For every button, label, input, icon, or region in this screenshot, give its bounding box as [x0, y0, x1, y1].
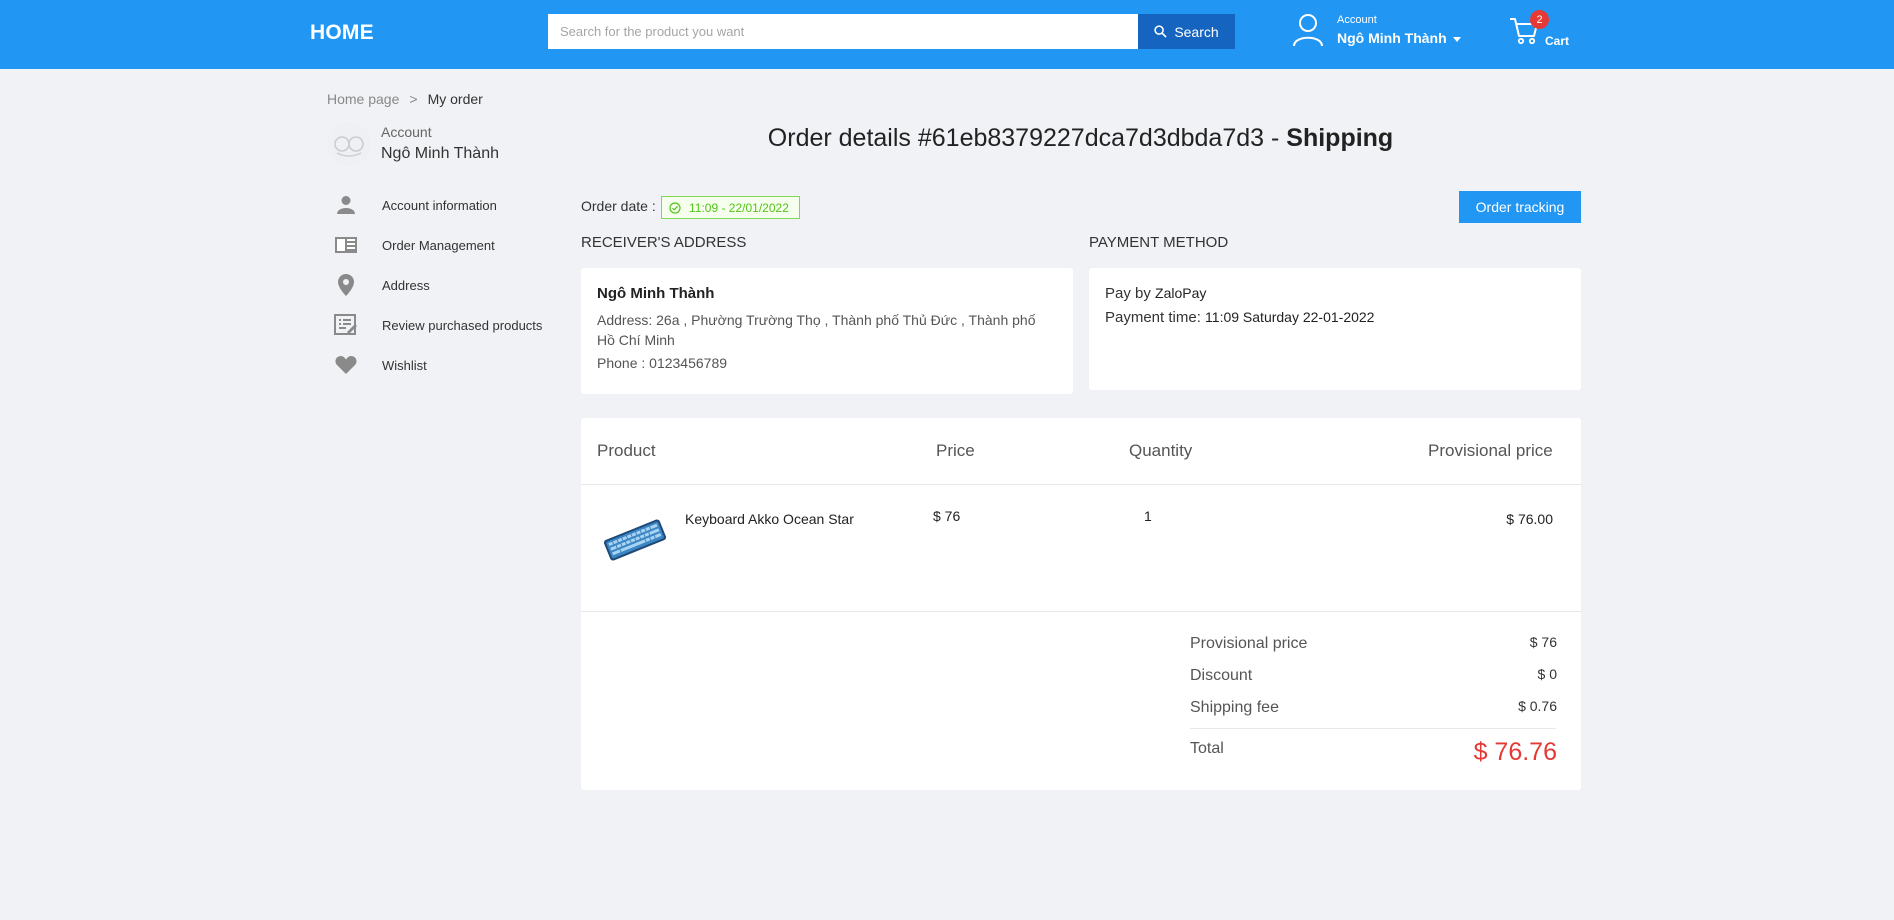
summary-total-value: $ 76.76	[1473, 738, 1557, 766]
person-icon	[334, 193, 358, 217]
summary-discount-value: $ 0	[1537, 666, 1557, 682]
product-quantity: 1	[1144, 508, 1152, 524]
heart-icon	[334, 353, 358, 377]
account-label: Account	[1337, 14, 1377, 26]
payment-method-card: Pay by ZaloPay Payment time: 11:09 Satur…	[1089, 268, 1581, 390]
order-date-badge: 11:09 - 22/01/2022	[661, 196, 800, 219]
receiver-address-card: Ngô Minh Thành Address: 26a , Phường Trư…	[581, 268, 1073, 394]
payment-time-label: Payment time:	[1105, 309, 1201, 326]
sidebar-item-label: Account information	[382, 197, 497, 213]
summary-divider	[1190, 728, 1556, 729]
account-dropdown[interactable]: Ngô Minh Thành	[1337, 30, 1461, 46]
user-icon[interactable]	[1292, 13, 1324, 47]
sidebar-item-label: Wishlist	[382, 357, 427, 373]
search-button-label: Search	[1174, 23, 1219, 40]
page-title: Order details #61eb8379227dca7d3dbda7d3 …	[581, 124, 1580, 153]
summary-discount-label: Discount	[1190, 667, 1253, 684]
order-title-text: Order details #61eb8379227dca7d3dbda7d3 …	[767, 124, 1287, 152]
top-header: HOME Search Account Ngô Minh Thành 2 Car…	[0, 0, 1894, 69]
product-name[interactable]: Keyboard Akko Ocean Star	[685, 511, 854, 527]
order-items-table	[581, 418, 1581, 790]
receiver-address-title: RECEIVER'S ADDRESS	[581, 234, 747, 251]
pay-by-label: Pay by	[1105, 285, 1151, 302]
account-name: Ngô Minh Thành	[1337, 30, 1447, 46]
summary-shipping-value: $ 0.76	[1518, 698, 1557, 714]
receiver-address: Address: 26a , Phường Trường Thọ , Thành…	[597, 312, 1036, 348]
avatar-image	[327, 122, 371, 166]
column-header-product: Product	[597, 441, 656, 460]
summary-provisional-value: $ 76	[1529, 634, 1557, 650]
summary-total-label: Total	[1190, 740, 1224, 757]
sidebar-item-review-purchased-products[interactable]: Review purchased products	[334, 310, 564, 340]
book-icon	[334, 233, 358, 257]
caret-down-icon	[1452, 36, 1461, 42]
location-pin-icon	[334, 273, 358, 297]
order-status: Shipping	[1286, 124, 1394, 152]
product-provisional-price: $ 76.00	[1506, 511, 1553, 527]
cart-label[interactable]: Cart	[1545, 34, 1569, 48]
column-header-provisional-price: Provisional price	[1428, 441, 1553, 460]
order-date-label: Order date :	[581, 198, 656, 214]
column-header-quantity: Quantity	[1129, 441, 1193, 460]
sidebar-item-account-information[interactable]: Account information	[334, 190, 564, 220]
breadcrumb-home[interactable]: Home page	[327, 91, 399, 107]
sidebar-item-label: Order Management	[382, 237, 495, 253]
summary-provisional-label: Provisional price	[1190, 635, 1308, 652]
payment-method-title: PAYMENT METHOD	[1089, 234, 1229, 251]
order-date-value: 11:09 - 22/01/2022	[689, 200, 789, 215]
sidebar-account-label: Account	[381, 124, 432, 140]
product-thumbnail[interactable]	[601, 512, 669, 568]
sidebar-item-wishlist[interactable]: Wishlist	[334, 350, 564, 380]
sidebar-item-label: Address	[382, 277, 430, 293]
breadcrumb: Home page > My order	[327, 91, 483, 107]
receiver-phone: Phone : 0123456789	[597, 355, 728, 371]
sidebar-item-label: Review purchased products	[382, 317, 543, 333]
breadcrumb-separator: >	[409, 91, 418, 107]
summary-shipping-label: Shipping fee	[1190, 699, 1279, 716]
sidebar-account-name: Ngô Minh Thành	[381, 145, 499, 162]
product-price: $ 76	[933, 508, 961, 524]
payment-time-value: 11:09 Saturday 22-01-2022	[1205, 309, 1375, 325]
search-icon	[1154, 25, 1167, 38]
search-button[interactable]: Search	[1138, 14, 1235, 49]
payment-time-line: Payment time: 11:09 Saturday 22-01-2022	[1105, 309, 1565, 326]
pay-by-value: ZaloPay	[1155, 285, 1207, 301]
check-circle-icon	[669, 201, 681, 214]
divider	[581, 611, 1581, 612]
cart-count-badge: 2	[1530, 10, 1549, 29]
breadcrumb-current: My order	[427, 91, 483, 107]
review-list-icon	[334, 313, 358, 337]
receiver-name: Ngô Minh Thành	[597, 285, 715, 302]
divider	[581, 484, 1581, 485]
home-logo[interactable]: HOME	[310, 21, 374, 45]
search-input[interactable]	[548, 14, 1138, 49]
sidebar-item-address[interactable]: Address	[334, 270, 564, 300]
sidebar-item-order-management[interactable]: Order Management	[334, 230, 564, 260]
payment-provider-line: Pay by ZaloPay	[1105, 285, 1565, 302]
column-header-price: Price	[936, 441, 975, 460]
avatar	[327, 122, 371, 166]
order-tracking-button[interactable]: Order tracking	[1459, 191, 1581, 223]
